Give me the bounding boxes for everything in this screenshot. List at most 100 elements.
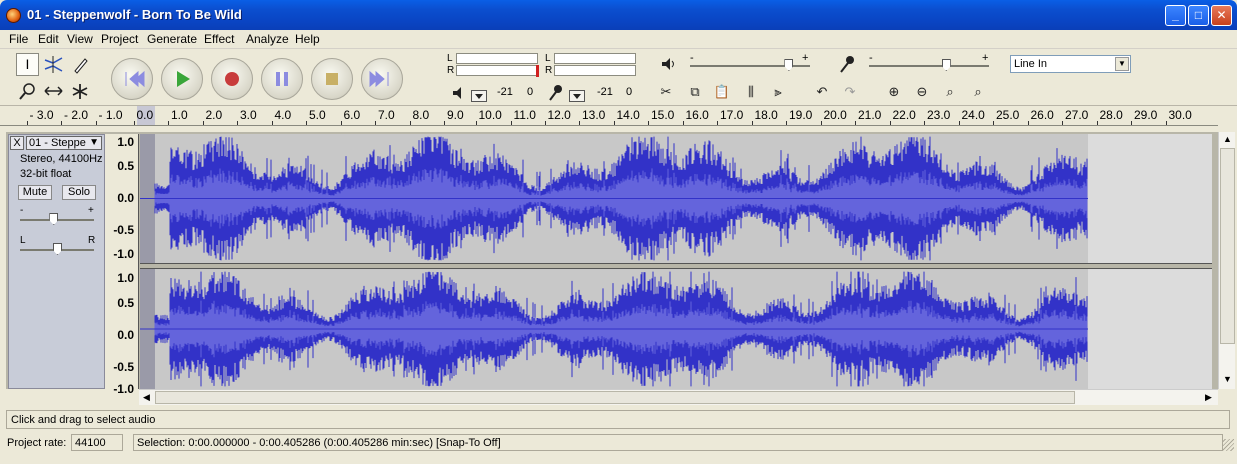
fit-selection-button[interactable]: ⌕ — [938, 81, 962, 103]
ruler-tick — [1027, 121, 1029, 125]
menu-analyze[interactable]: Analyze — [246, 32, 289, 46]
ruler-tick — [855, 121, 856, 125]
magnifier-icon — [19, 83, 35, 100]
trim-icon: ⫼ — [748, 84, 754, 99]
timeline-ruler[interactable]: - 3.0 - 2.0 - 1.0 0.0 1.0 2.0 3.0 4.0 5.0 6.0 7.0 8… — [0, 106, 1218, 126]
zoom-in-button[interactable]: ⊕ — [882, 81, 906, 103]
cut-button[interactable]: ✂ — [654, 81, 678, 103]
track-close-button[interactable]: X — [10, 136, 24, 150]
pan-left-label: L — [20, 235, 26, 246]
gain-slider[interactable] — [49, 213, 59, 225]
empty-track-area-right[interactable] — [1088, 269, 1212, 389]
meter-rec-db: -21 — [597, 86, 613, 98]
vertical-scrollbar[interactable]: ▲ ▼ — [1218, 132, 1235, 389]
horizontal-scrollbar[interactable]: ◀ ▶ — [139, 389, 1218, 405]
input-volume-track[interactable] — [869, 65, 989, 67]
ruler-tick — [1096, 121, 1098, 125]
menu-help[interactable]: Help — [295, 32, 320, 46]
ruler-tick — [375, 121, 376, 125]
mute-button[interactable]: Mute — [18, 185, 52, 200]
zoom-tool[interactable] — [16, 80, 39, 103]
ruler-label: 13.0 — [582, 108, 606, 122]
menu-effect[interactable]: Effect — [204, 32, 234, 46]
empty-track-area-left[interactable] — [1088, 134, 1212, 263]
skip-to-end-button[interactable] — [361, 58, 403, 100]
menu-generate[interactable]: Generate — [147, 32, 197, 46]
ruler-label: - 1.0 — [98, 108, 123, 122]
waveform-right-channel[interactable] — [140, 269, 1088, 389]
undo-button[interactable]: ↶ — [810, 81, 834, 103]
ruler-label: - 2.0 — [64, 108, 89, 122]
vruler-lower-1: 1.0 — [117, 271, 134, 285]
pause-button[interactable] — [261, 58, 303, 100]
fit-project-button[interactable]: ⌕ — [966, 81, 990, 103]
track-name-menu[interactable]: 01 - Steppe ▼ — [26, 136, 102, 150]
project-rate-input[interactable]: 44100 — [71, 434, 123, 451]
ruler-tick — [306, 121, 307, 125]
copy-button[interactable]: ⧉ — [683, 81, 707, 103]
scroll-right-icon[interactable]: ▶ — [1201, 390, 1216, 405]
title-bar[interactable]: 01 - Steppenwolf - Born To Be Wild _ □ ✕ — [0, 0, 1237, 30]
skip-to-start-button[interactable] — [111, 58, 153, 100]
resize-grip-icon[interactable] — [1222, 439, 1234, 451]
redo-button[interactable]: ↷ — [838, 81, 862, 103]
ruler-label: 17.0 — [720, 108, 744, 122]
meter-rec-left-bar — [554, 53, 636, 64]
pan-right-label: R — [88, 235, 96, 246]
multi-tool[interactable] — [69, 80, 92, 103]
vertical-scroll-thumb[interactable] — [1220, 148, 1235, 344]
maximize-button[interactable]: □ — [1188, 5, 1209, 26]
zoom-out-button[interactable]: ⊖ — [910, 81, 934, 103]
selection-tool[interactable]: I — [16, 53, 39, 76]
waveform-left-channel[interactable] — [140, 134, 1088, 263]
menu-file[interactable]: File — [9, 32, 28, 46]
draw-tool[interactable] — [69, 53, 92, 76]
ruler-label: 2.0 — [205, 108, 223, 122]
scroll-left-icon[interactable]: ◀ — [139, 390, 154, 405]
gain-max-label: + — [88, 205, 94, 216]
ruler-tick — [1062, 121, 1063, 125]
menu-view[interactable]: View — [67, 32, 93, 46]
scroll-down-icon[interactable]: ▼ — [1220, 372, 1235, 387]
silence-button[interactable]: ⫸ — [766, 81, 790, 103]
silence-icon: ⫸ — [774, 84, 782, 99]
ruler-label: 24.0 — [961, 108, 985, 122]
ruler-tick — [717, 121, 718, 125]
solo-button[interactable]: Solo — [62, 185, 96, 200]
meter-play-menu[interactable] — [471, 90, 487, 102]
maximize-icon: □ — [1194, 8, 1203, 22]
pause-icon — [276, 72, 288, 86]
trim-button[interactable]: ⫼ — [739, 81, 763, 103]
paste-button[interactable]: 📋 — [710, 81, 734, 103]
input-min-label: - — [869, 52, 873, 64]
record-icon — [225, 72, 239, 86]
output-volume-icon — [662, 58, 674, 70]
ruler-label: 22.0 — [892, 108, 916, 122]
scroll-up-icon[interactable]: ▲ — [1220, 132, 1235, 147]
menu-project[interactable]: Project — [101, 32, 138, 46]
horizontal-scroll-thumb[interactable] — [155, 391, 1075, 404]
ruler-tick — [1165, 121, 1167, 125]
input-source-select[interactable]: Line In ▼ — [1010, 55, 1131, 73]
pencil-icon — [74, 58, 88, 74]
ruler-label: 18.0 — [754, 108, 778, 122]
ruler-tick — [544, 121, 546, 125]
output-max-label: + — [802, 52, 809, 64]
menu-edit[interactable]: Edit — [38, 32, 59, 46]
envelope-tool[interactable] — [42, 53, 65, 76]
ruler-tick — [958, 121, 960, 125]
timeshift-tool[interactable] — [42, 80, 65, 103]
ruler-label: 0.0 — [136, 108, 154, 122]
record-button[interactable] — [211, 58, 253, 100]
ruler-label: 5.0 — [309, 108, 326, 122]
ruler-tick — [993, 121, 994, 125]
play-button[interactable] — [161, 58, 203, 100]
minimize-button[interactable]: _ — [1165, 5, 1186, 26]
pan-slider[interactable] — [53, 243, 62, 255]
ruler-tick — [475, 121, 477, 125]
meter-rec-menu[interactable] — [569, 90, 585, 102]
close-button[interactable]: ✕ — [1211, 5, 1232, 26]
ruler-tick — [889, 121, 891, 125]
stop-button[interactable] — [311, 58, 353, 100]
ibeam-icon: I — [25, 56, 30, 72]
